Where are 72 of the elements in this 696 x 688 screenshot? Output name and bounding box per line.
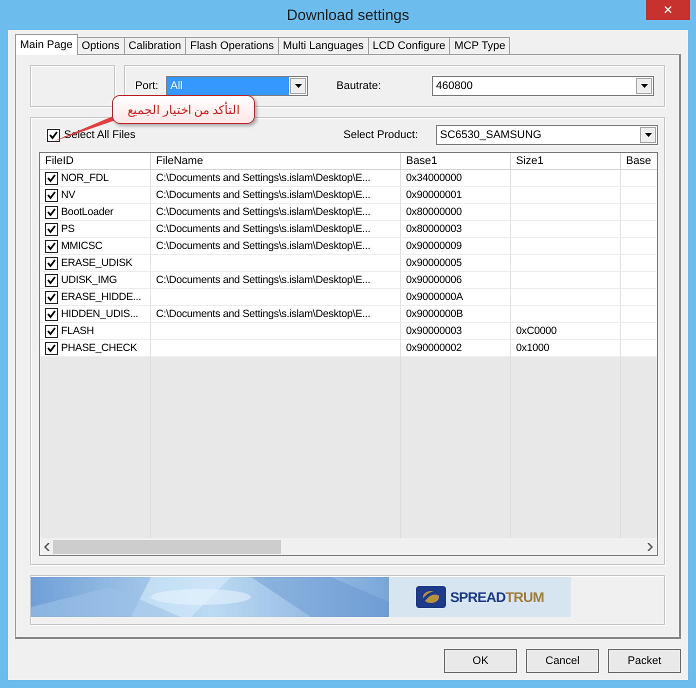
row-checkbox[interactable] — [45, 240, 58, 252]
table-cell: 0x90000006 — [401, 272, 511, 289]
table-cell: NV — [40, 187, 151, 204]
dropdown-button[interactable] — [640, 127, 656, 143]
horizontal-scrollbar[interactable] — [40, 538, 657, 555]
table-cell: 0x90000003 — [401, 323, 511, 340]
table-cell: NOR_FDL — [40, 170, 151, 187]
baudrate-dropdown[interactable]: 460800 — [432, 76, 654, 96]
table-cell: 0x90000009 — [401, 238, 511, 255]
row-checkbox[interactable] — [45, 256, 58, 270]
table-cell: 0x90000001 — [401, 187, 511, 204]
row-checkbox[interactable] — [45, 308, 58, 320]
table-cell: MMICSC — [40, 238, 151, 255]
table-cell: 0xC0000 — [511, 323, 621, 340]
table-cell: C:\Documents and Settings\s.islam\Desktop\E... — [151, 170, 401, 187]
caret-icon — [644, 133, 652, 137]
select-all-checkbox[interactable] — [47, 128, 60, 142]
logo-icon — [416, 586, 446, 608]
spreadtrum-logo: SPREADTRUM — [389, 577, 571, 617]
table-cell: 0x90000002 — [401, 340, 511, 357]
table-cell: 0x9000000B — [401, 306, 511, 323]
table-cell: C:\Documents and Settings\s.islam\Desktop\E... — [151, 306, 401, 323]
close-button[interactable]: ✕ — [646, 0, 690, 20]
table-cell: FLASH — [40, 323, 151, 340]
caret-icon — [640, 84, 648, 88]
row-checkbox[interactable] — [45, 188, 58, 202]
table-cell: 0x9000000A — [401, 289, 511, 306]
dropdown-button[interactable] — [636, 78, 652, 94]
table-cell: ERASE_HIDDE... — [40, 289, 151, 306]
baudrate-label: Bautrate: — [336, 80, 381, 92]
row-checkbox[interactable] — [45, 290, 58, 304]
table-cell: 0x80000000 — [401, 204, 511, 221]
table-cell: 0x90000005 — [401, 255, 511, 272]
table-cell: 0x80000003 — [401, 221, 511, 238]
dialog-button[interactable]: OK — [444, 649, 517, 673]
row-checkbox[interactable] — [45, 274, 58, 286]
table-cell: 0x1000 — [511, 340, 621, 357]
tab[interactable]: Main Page — [15, 34, 78, 55]
table-cell: ERASE_UDISK — [40, 255, 151, 272]
scroll-right-icon[interactable] — [647, 542, 653, 550]
table-cell: C:\Documents and Settings\s.islam\Desktop\E... — [151, 221, 401, 238]
row-checkbox[interactable] — [45, 324, 58, 338]
table-cell: PHASE_CHECK — [40, 340, 151, 357]
column-header[interactable]: Base1 — [401, 153, 511, 170]
dropdown-button[interactable] — [290, 78, 306, 94]
scroll-left-icon[interactable] — [44, 542, 50, 550]
dialog-button[interactable]: Packet — [608, 649, 681, 673]
product-label: Select Product: — [343, 129, 418, 141]
row-checkbox[interactable] — [45, 172, 58, 184]
table-cell: BootLoader — [40, 204, 151, 221]
column-header[interactable]: FileName — [151, 153, 401, 170]
row-checkbox[interactable] — [45, 222, 58, 236]
row-checkbox[interactable] — [45, 206, 58, 218]
table-cell: PS — [40, 221, 151, 238]
product-dropdown[interactable]: SC6530_SAMSUNG — [436, 125, 658, 145]
table-cell: C:\Documents and Settings\s.islam\Desktop\E... — [151, 272, 401, 289]
dialog-button[interactable]: Cancel — [526, 649, 599, 673]
table-cell: C:\Documents and Settings\s.islam\Desktop\E... — [151, 238, 401, 255]
column-header[interactable]: Base — [621, 153, 657, 170]
port-label: Port: — [135, 80, 158, 92]
column-header[interactable]: FileID — [40, 153, 151, 170]
table-cell: HIDDEN_UDIS... — [40, 306, 151, 323]
table-cell: UDISK_IMG — [40, 272, 151, 289]
caret-icon — [294, 84, 302, 88]
tab[interactable]: MCP Type — [449, 37, 510, 55]
table-cell: 0x34000000 — [401, 170, 511, 187]
row-checkbox[interactable] — [45, 342, 58, 354]
column-header[interactable]: Size1 — [511, 153, 621, 170]
table-cell: C:\Documents and Settings\s.islam\Desktop\E... — [151, 187, 401, 204]
annotation-callout: التأكد من اختيار الجميع — [112, 95, 255, 124]
window-title: Download settings — [286, 6, 410, 24]
table-cell: C:\Documents and Settings\s.islam\Desktop\E... — [151, 204, 401, 221]
